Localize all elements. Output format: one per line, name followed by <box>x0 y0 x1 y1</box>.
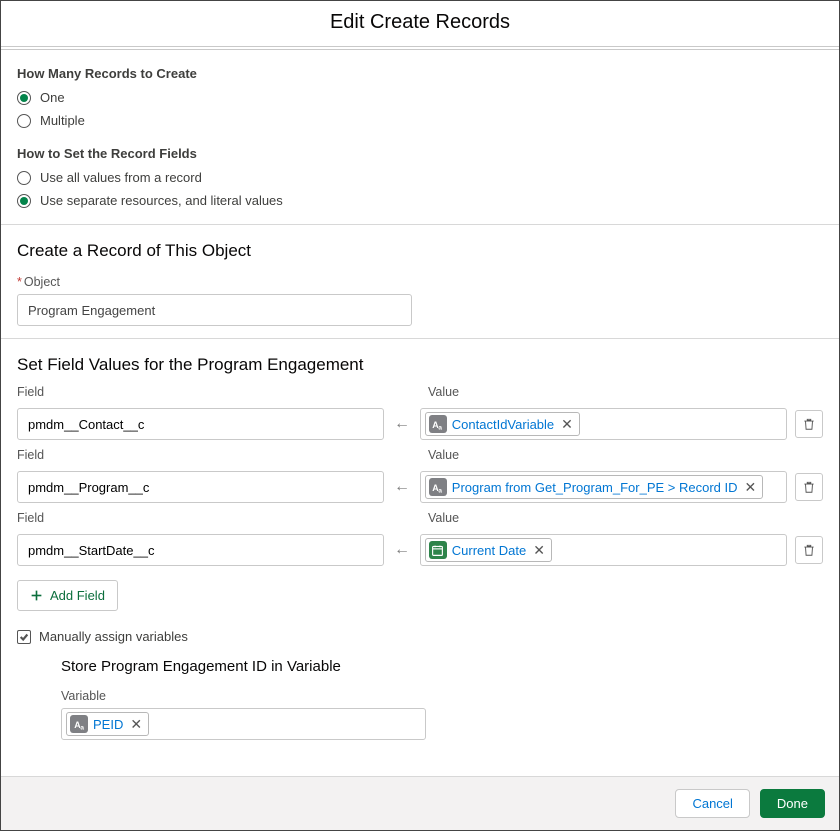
delete-row-1-button[interactable] <box>795 410 823 438</box>
add-field-button[interactable]: Add Field <box>17 580 118 611</box>
set-fields-heading: Set Field Values for the Program Engagem… <box>17 355 823 375</box>
value-input-2[interactable]: Aa Program from Get_Program_For_PE > Rec… <box>420 471 787 503</box>
radio-icon <box>17 114 31 128</box>
section-object: Create a Record of This Object *Object <box>1 225 839 339</box>
manually-assign-checkbox-row[interactable]: Manually assign variables <box>17 629 823 644</box>
arrow-left-icon: ← <box>392 541 412 559</box>
modal-footer: Cancel Done <box>1 776 839 830</box>
remove-pill-icon[interactable]: ✕ <box>531 542 547 559</box>
svg-text:a: a <box>439 487 443 494</box>
field-input-1[interactable] <box>17 408 384 440</box>
radio-one[interactable]: One <box>17 90 823 105</box>
object-input[interactable] <box>17 294 412 326</box>
text-type-icon: Aa <box>70 715 88 733</box>
done-button[interactable]: Done <box>760 789 825 818</box>
arrow-left-icon: ← <box>392 478 412 496</box>
text-type-icon: Aa <box>429 415 447 433</box>
plus-icon <box>30 589 43 602</box>
variable-label: Variable <box>61 689 823 703</box>
radio-all-values[interactable]: Use all values from a record <box>17 170 823 185</box>
section-set-fields: Set Field Values for the Program Engagem… <box>1 339 839 644</box>
value-pill-2-text: Program from Get_Program_For_PE > Record… <box>452 480 738 495</box>
modal-edit-create-records: Edit Create Records How Many Records to … <box>0 0 840 831</box>
field-label: Field <box>17 511 392 525</box>
section-store-variable: Store Program Engagement ID in Variable … <box>1 644 839 758</box>
object-heading: Create a Record of This Object <box>17 241 823 261</box>
radio-icon <box>17 91 31 105</box>
field-row-3: ← Current Date ✕ <box>17 534 823 566</box>
radio-one-label: One <box>40 90 65 105</box>
variable-input[interactable]: Aa PEID ✕ <box>61 708 426 740</box>
object-label-text: Object <box>24 275 60 289</box>
modal-title: Edit Create Records <box>1 1 839 46</box>
field-input-2[interactable] <box>17 471 384 503</box>
svg-text:a: a <box>439 424 443 431</box>
value-label: Value <box>428 511 803 525</box>
delete-row-3-button[interactable] <box>795 536 823 564</box>
object-label: *Object <box>17 275 823 289</box>
field-label: Field <box>17 385 392 399</box>
radio-separate-label: Use separate resources, and literal valu… <box>40 193 283 208</box>
radio-all-values-label: Use all values from a record <box>40 170 202 185</box>
manually-assign-label: Manually assign variables <box>39 629 188 644</box>
value-input-1[interactable]: Aa ContactIdVariable ✕ <box>420 408 787 440</box>
text-type-icon: Aa <box>429 478 447 496</box>
radio-multiple-label: Multiple <box>40 113 85 128</box>
value-input-3[interactable]: Current Date ✕ <box>420 534 787 566</box>
radio-separate[interactable]: Use separate resources, and literal valu… <box>17 193 823 208</box>
variable-pill-text: PEID <box>93 717 123 732</box>
delete-row-2-button[interactable] <box>795 473 823 501</box>
value-pill-3: Current Date ✕ <box>425 538 552 562</box>
value-pill-3-text: Current Date <box>452 543 526 558</box>
value-pill-1: Aa ContactIdVariable ✕ <box>425 412 580 436</box>
date-type-icon <box>429 541 447 559</box>
section-how-set: How to Set the Record Fields Use all val… <box>1 142 839 225</box>
remove-pill-icon[interactable]: ✕ <box>128 716 144 733</box>
value-label: Value <box>428 448 803 462</box>
add-field-label: Add Field <box>50 588 105 603</box>
radio-multiple[interactable]: Multiple <box>17 113 823 128</box>
how-set-heading: How to Set the Record Fields <box>17 146 823 161</box>
value-pill-2: Aa Program from Get_Program_For_PE > Rec… <box>425 475 763 499</box>
variable-pill: Aa PEID ✕ <box>66 712 149 736</box>
svg-text:a: a <box>80 724 84 731</box>
cancel-button[interactable]: Cancel <box>675 789 749 818</box>
field-label: Field <box>17 448 392 462</box>
radio-icon <box>17 194 31 208</box>
remove-pill-icon[interactable]: ✕ <box>559 416 575 433</box>
remove-pill-icon[interactable]: ✕ <box>743 479 759 496</box>
value-label: Value <box>428 385 803 399</box>
value-pill-1-text: ContactIdVariable <box>452 417 554 432</box>
checkbox-icon <box>17 630 31 644</box>
field-row-2: ← Aa Program from Get_Program_For_PE > R… <box>17 471 823 503</box>
how-many-heading: How Many Records to Create <box>17 66 823 81</box>
required-star: * <box>17 275 22 289</box>
section-how-many: How Many Records to Create One Multiple <box>1 50 839 142</box>
field-input-3[interactable] <box>17 534 384 566</box>
store-variable-heading: Store Program Engagement ID in Variable <box>61 658 823 675</box>
radio-icon <box>17 171 31 185</box>
arrow-left-icon: ← <box>392 415 412 433</box>
field-row-1: ← Aa ContactIdVariable ✕ <box>17 408 823 440</box>
